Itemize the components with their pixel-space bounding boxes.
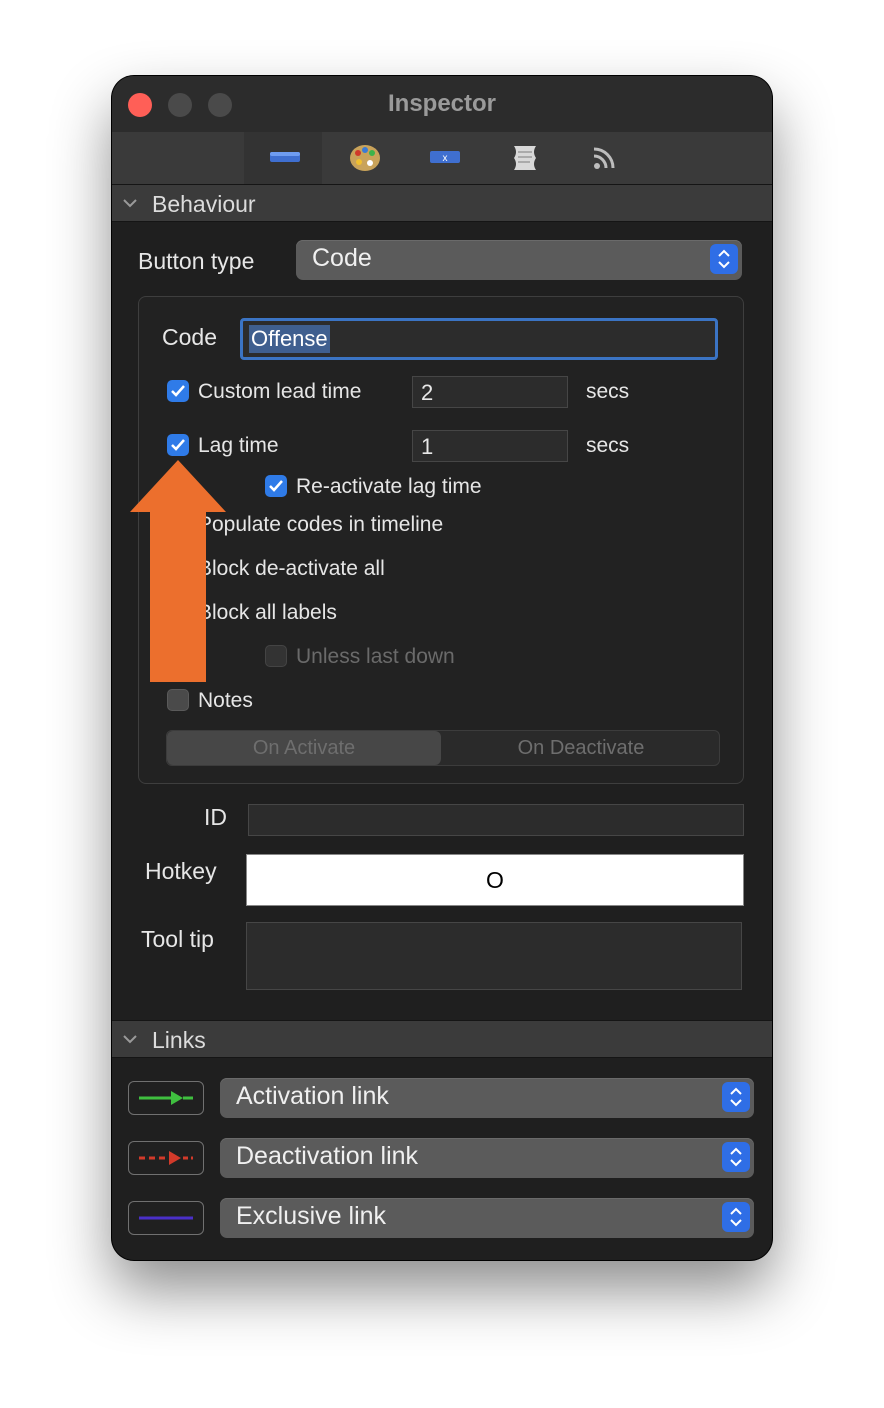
activation-link-swatch[interactable]: [128, 1081, 204, 1115]
code-label: Code: [162, 324, 217, 350]
title-bar: Inspector: [112, 76, 772, 132]
behaviour-section-header[interactable]: Behaviour: [112, 184, 772, 222]
chevron-down-icon: [123, 199, 137, 208]
hotkey-input[interactable]: O: [246, 854, 744, 906]
up-down-chevron-icon: [730, 1087, 742, 1107]
id-input[interactable]: [248, 804, 744, 836]
deactivation-link-popup[interactable]: Deactivation link: [220, 1138, 754, 1178]
inspector-toolbar: x: [112, 132, 772, 185]
lag-time-input[interactable]: 1: [412, 430, 568, 462]
tab-script[interactable]: [484, 132, 562, 184]
green-arrow-icon: [139, 1091, 193, 1105]
unless-last-down-label: Unless last down: [296, 645, 455, 668]
up-down-chevron-icon: [718, 249, 730, 269]
notes-checkbox[interactable]: [167, 689, 189, 711]
unless-last-down-checkbox[interactable]: [265, 645, 287, 667]
exclusive-link-label: Exclusive link: [236, 1202, 387, 1230]
tooltip-input[interactable]: [246, 922, 742, 990]
segment-on-activate[interactable]: On Activate: [167, 731, 441, 765]
deactivation-link-swatch[interactable]: [128, 1141, 204, 1175]
rss-icon: [593, 147, 615, 169]
button-type-label: Button type: [138, 248, 255, 274]
lag-time-unit: secs: [586, 434, 630, 457]
activation-link-popup[interactable]: Activation link: [220, 1078, 754, 1118]
code-input[interactable]: Offense: [240, 318, 718, 360]
chevron-down-icon: [123, 1035, 137, 1044]
lag-time-value: 1: [421, 434, 434, 459]
id-label: ID: [204, 804, 227, 830]
behaviour-header-label: Behaviour: [152, 191, 256, 217]
red-dashed-arrow-icon: [139, 1151, 193, 1165]
popup-stepper: [722, 1202, 750, 1232]
tab-appearance[interactable]: [324, 132, 402, 184]
button-type-value: Code: [312, 244, 372, 272]
lag-time-checkbox[interactable]: [167, 434, 189, 456]
up-down-chevron-icon: [730, 1147, 742, 1167]
exclusive-link-swatch[interactable]: [128, 1201, 204, 1235]
annotation-arrow-icon: [130, 460, 226, 682]
notes-label: Notes: [198, 689, 253, 712]
deactivation-link-label: Deactivation link: [236, 1142, 419, 1170]
up-down-chevron-icon: [730, 1207, 742, 1227]
activation-segmented-control: On Activate On Deactivate: [166, 730, 720, 766]
code-input-value: Offense: [249, 325, 330, 353]
tooltip-label: Tool tip: [141, 926, 214, 952]
popup-stepper: [710, 244, 738, 274]
activation-link-label: Activation link: [236, 1082, 389, 1110]
palette-icon: [350, 145, 380, 171]
segment-on-deactivate[interactable]: On Deactivate: [443, 731, 719, 765]
custom-lead-time-value: 2: [421, 380, 434, 405]
scroll-icon: [514, 146, 536, 170]
button-rect-icon: [270, 152, 300, 162]
svg-text:x: x: [443, 153, 448, 164]
popup-stepper: [722, 1142, 750, 1172]
code-x-icon: x: [430, 151, 460, 164]
tab-button-properties[interactable]: [244, 132, 322, 184]
custom-lead-time-unit: secs: [586, 380, 630, 403]
links-section-header[interactable]: Links: [112, 1020, 772, 1058]
links-header-label: Links: [152, 1027, 206, 1053]
checkmark-icon: [171, 385, 185, 397]
tab-feed[interactable]: [564, 132, 642, 184]
custom-lead-time-checkbox[interactable]: [167, 380, 189, 402]
custom-lead-time-input[interactable]: 2: [412, 376, 568, 408]
custom-lead-time-label: Custom lead time: [198, 380, 362, 403]
checkmark-icon: [171, 439, 185, 451]
exclusive-link-popup[interactable]: Exclusive link: [220, 1198, 754, 1238]
reactivate-lag-time-checkbox[interactable]: [265, 475, 287, 497]
checkmark-icon: [269, 480, 283, 492]
populate-codes-label: Populate codes in timeline: [198, 513, 444, 536]
button-type-popup[interactable]: Code: [296, 240, 742, 280]
popup-stepper: [722, 1082, 750, 1112]
hotkey-label: Hotkey: [145, 858, 217, 884]
tab-code[interactable]: x: [404, 132, 482, 184]
purple-line-icon: [139, 1216, 193, 1220]
window-title: Inspector: [387, 90, 497, 117]
lag-time-label: Lag time: [198, 434, 279, 457]
reactivate-lag-time-label: Re-activate lag time: [296, 475, 482, 498]
